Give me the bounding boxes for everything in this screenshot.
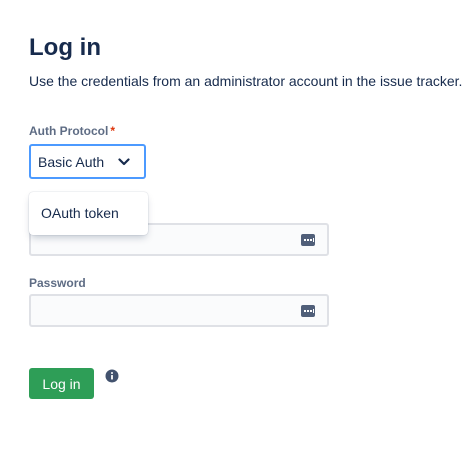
required-marker: * (110, 124, 115, 138)
page-subtitle: Use the credentials from an administrato… (29, 73, 463, 89)
dropdown-option-oauth-token[interactable]: OAuth token (41, 205, 119, 221)
info-icon[interactable] (105, 369, 119, 383)
page-title: Log in (29, 34, 101, 61)
auth-protocol-label-text: Auth Protocol (29, 124, 109, 138)
password-manager-icon[interactable] (301, 304, 315, 317)
auth-protocol-selected-value: Basic Auth (38, 153, 105, 170)
auth-protocol-label: Auth Protocol * (29, 124, 115, 138)
login-button[interactable]: Log in (29, 368, 94, 399)
password-field[interactable] (29, 294, 329, 327)
login-page: Log in Use the credentials from an admin… (0, 0, 471, 454)
auth-protocol-dropdown: OAuth token (29, 192, 148, 235)
password-manager-icon[interactable] (301, 233, 315, 246)
password-label: Password (29, 276, 86, 290)
chevron-down-icon (114, 152, 134, 172)
auth-protocol-select[interactable]: Basic Auth (29, 144, 146, 179)
